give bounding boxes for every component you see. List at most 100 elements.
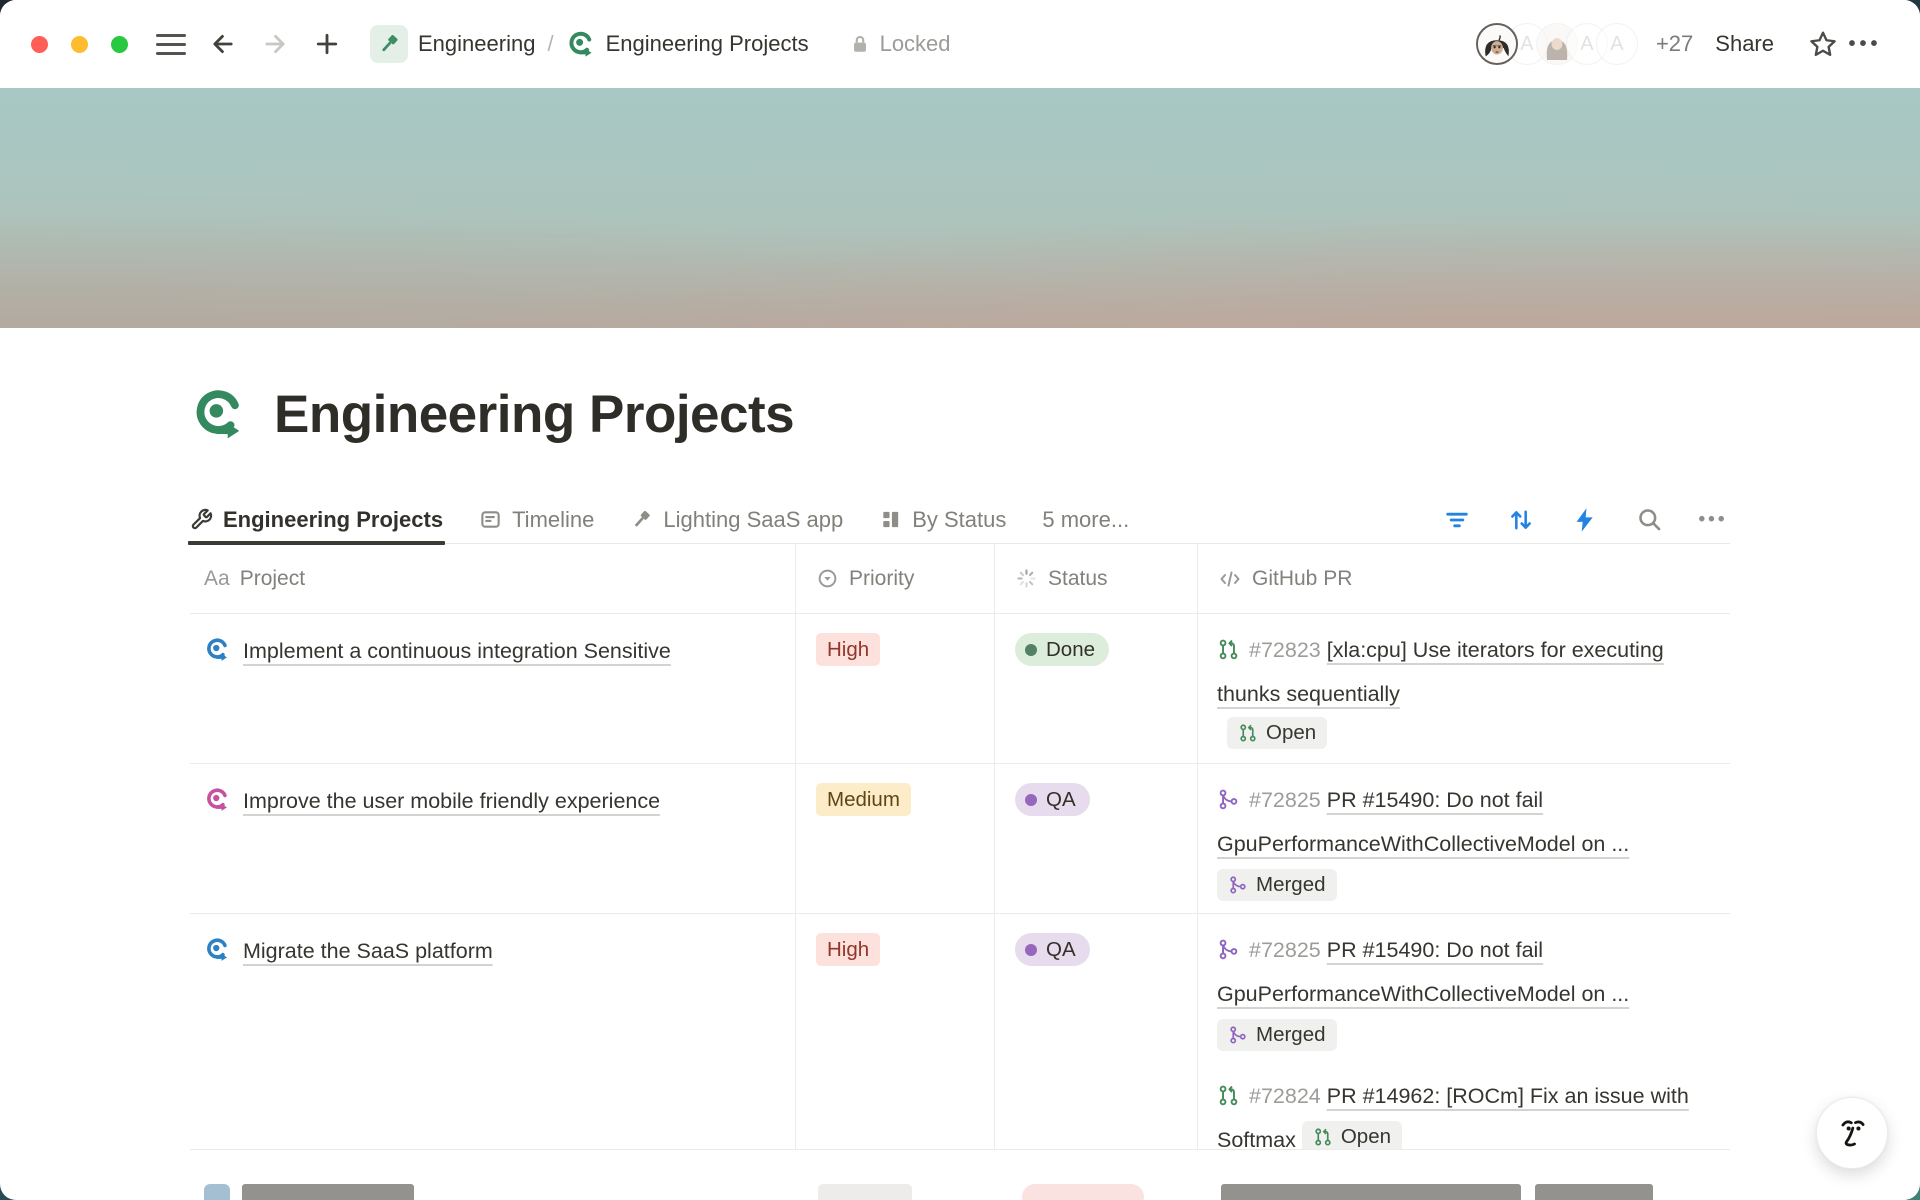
- tab-engineering-projects[interactable]: Engineering Projects: [190, 496, 443, 543]
- topbar-more-button[interactable]: •••: [1844, 23, 1886, 65]
- tab-timeline[interactable]: Timeline: [479, 496, 594, 543]
- status-cell[interactable]: QA: [994, 914, 1197, 1149]
- status-badge: QA: [1015, 783, 1090, 816]
- column-label: Project: [240, 567, 305, 591]
- column-project[interactable]: Aa Project: [190, 544, 795, 613]
- pull-request-icon: [1217, 1084, 1240, 1107]
- new-tab-button[interactable]: [308, 25, 346, 63]
- automation-button[interactable]: [1568, 503, 1602, 537]
- breadcrumb-page-label[interactable]: Engineering Projects: [606, 31, 809, 57]
- tab-label: Lighting SaaS app: [663, 507, 843, 533]
- cycle-icon: [204, 786, 231, 813]
- project-link[interactable]: Migrate the SaaS platform: [243, 939, 493, 963]
- view-tabs: Engineering Projects Timeline Lighting S…: [190, 496, 1730, 544]
- chart-icon: [879, 508, 902, 531]
- pr-state-badge[interactable]: Open: [1302, 1121, 1402, 1149]
- git-merge-icon: [1228, 1025, 1248, 1045]
- project-cell[interactable]: Implement a continuous integration Sensi…: [190, 614, 795, 763]
- hammer-icon: [630, 508, 653, 531]
- notion-ai-button[interactable]: [1816, 1097, 1888, 1169]
- filter-button[interactable]: [1440, 503, 1474, 537]
- avatar-overflow-count[interactable]: +27: [1656, 31, 1693, 57]
- spinner-icon: [1015, 567, 1038, 590]
- status-cell[interactable]: Done: [994, 614, 1197, 763]
- window-controls: [31, 36, 128, 53]
- column-label: Priority: [849, 567, 914, 591]
- avatar-stack[interactable]: A A A: [1476, 23, 1638, 65]
- back-button[interactable]: [204, 25, 242, 63]
- share-button[interactable]: Share: [1715, 31, 1774, 57]
- favorite-button[interactable]: [1802, 23, 1844, 65]
- pr-state-badge[interactable]: Open: [1227, 717, 1327, 749]
- avatar[interactable]: A: [1596, 23, 1638, 65]
- locked-indicator[interactable]: Locked: [849, 31, 951, 57]
- tab-by-status[interactable]: By Status: [879, 496, 1006, 543]
- tab-label: By Status: [912, 507, 1006, 533]
- avatar-image: [1478, 24, 1516, 64]
- priority-cell[interactable]: High: [795, 914, 994, 1149]
- pr-number: #72823: [1249, 638, 1321, 662]
- github-pr-cell[interactable]: #72823[xla:cpu] Use iterators for execut…: [1197, 614, 1730, 763]
- minimize-button[interactable]: [71, 36, 88, 53]
- github-pr-cell[interactable]: #72825PR #15490: Do not fail GpuPerforma…: [1197, 764, 1730, 913]
- notion-window: Engineering / Engineering Projects Locke…: [0, 0, 1920, 1200]
- ai-face-icon: [1831, 1112, 1873, 1154]
- column-github-pr[interactable]: GitHub PR: [1197, 544, 1730, 613]
- back-icon: [209, 30, 237, 58]
- project-link[interactable]: Implement a continuous integration Sensi…: [243, 639, 671, 663]
- cover-image[interactable]: [0, 88, 1920, 328]
- status-cell[interactable]: QA: [994, 764, 1197, 913]
- priority-cell[interactable]: Medium: [795, 764, 994, 913]
- partial-table-row: [190, 1150, 1730, 1200]
- column-label: GitHub PR: [1252, 567, 1352, 591]
- board-icon: [479, 508, 502, 531]
- status-badge-fragment: [1022, 1184, 1144, 1200]
- table-row: Migrate the SaaS platform High QA #72825…: [190, 914, 1730, 1150]
- table-row: Improve the user mobile friendly experie…: [190, 764, 1730, 914]
- pr-state-badge[interactable]: Merged: [1217, 1019, 1337, 1051]
- priority-cell[interactable]: High: [795, 614, 994, 763]
- pr-state-badge[interactable]: Merged: [1217, 869, 1337, 901]
- table-row: Implement a continuous integration Sensi…: [190, 614, 1730, 764]
- breadcrumb-root-label[interactable]: Engineering: [418, 31, 535, 57]
- cycle-icon: [566, 29, 596, 59]
- pull-request-icon: [1238, 723, 1258, 743]
- zoom-button[interactable]: [111, 36, 128, 53]
- status-dot: [1025, 794, 1037, 806]
- pr-text-fragment: [1535, 1184, 1653, 1200]
- priority-badge: High: [816, 633, 880, 666]
- page-icon cycle-icon[interactable]: [190, 385, 248, 443]
- tab-lighting-saas-app[interactable]: Lighting SaaS app: [630, 496, 843, 543]
- cycle-icon: [204, 1184, 230, 1200]
- forward-icon: [261, 30, 289, 58]
- tab-more-views[interactable]: 5 more...: [1042, 496, 1129, 543]
- search-button[interactable]: [1632, 503, 1666, 537]
- view-options-button[interactable]: •••: [1696, 503, 1730, 537]
- column-priority[interactable]: Priority: [795, 544, 994, 613]
- sort-button[interactable]: [1504, 503, 1538, 537]
- project-cell[interactable]: Improve the user mobile friendly experie…: [190, 764, 795, 913]
- status-dot: [1025, 944, 1037, 956]
- cycle-icon: [204, 636, 231, 663]
- breadcrumb-root-item[interactable]: [370, 25, 408, 63]
- project-link[interactable]: Improve the user mobile friendly experie…: [243, 789, 660, 813]
- column-label: Status: [1048, 567, 1108, 591]
- pull-request-icon: [1313, 1127, 1333, 1147]
- page-content: Engineering Projects Engineering Project…: [190, 382, 1730, 1200]
- lightning-icon: [1571, 506, 1599, 534]
- sort-icon: [1507, 506, 1535, 534]
- avatar[interactable]: [1476, 23, 1518, 65]
- close-button[interactable]: [31, 36, 48, 53]
- project-cell[interactable]: Migrate the SaaS platform: [190, 914, 795, 1149]
- page-title[interactable]: Engineering Projects: [274, 384, 794, 445]
- sidebar-toggle-button[interactable]: [152, 25, 190, 63]
- breadcrumb-separator: /: [547, 31, 553, 57]
- pr-number: #72824: [1249, 1084, 1321, 1108]
- hammer-icon: [377, 32, 401, 56]
- code-icon: [1218, 567, 1242, 591]
- forward-button[interactable]: [256, 25, 294, 63]
- github-pr-cell[interactable]: #72825PR #15490: Do not fail GpuPerforma…: [1197, 914, 1730, 1149]
- tab-label: Engineering Projects: [223, 507, 443, 533]
- column-status[interactable]: Status: [994, 544, 1197, 613]
- status-badge: QA: [1015, 933, 1090, 966]
